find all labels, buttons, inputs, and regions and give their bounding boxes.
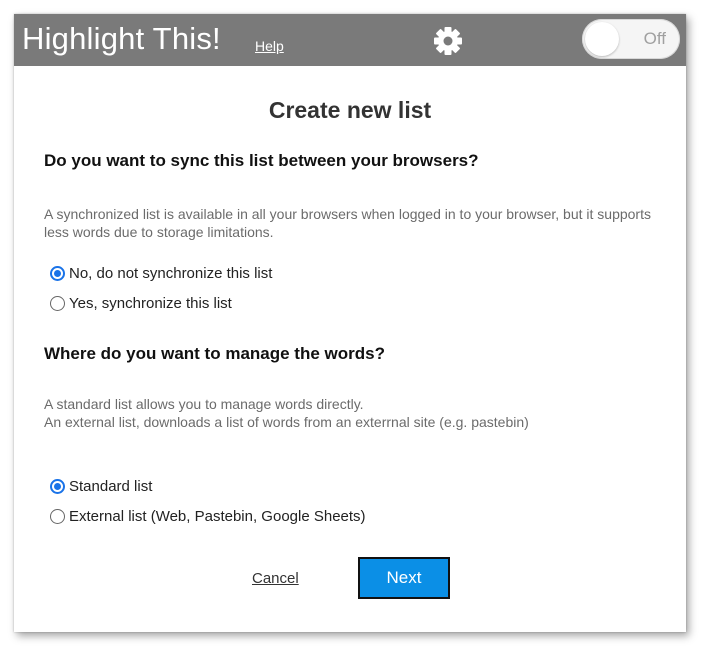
popup-window: Highlight This! Help Off Create new list…: [14, 14, 686, 632]
manage-description-line2: An external list, downloads a list of wo…: [44, 414, 529, 430]
radio-sync-button[interactable]: [50, 296, 65, 311]
next-button[interactable]: Next: [358, 557, 450, 599]
manage-description: A standard list allows you to manage wor…: [44, 395, 664, 431]
on-off-toggle[interactable]: Off: [582, 19, 680, 59]
manage-description-line1: A standard list allows you to manage wor…: [44, 396, 364, 412]
radio-sync[interactable]: Yes, synchronize this list: [50, 295, 232, 312]
sync-description: A synchronized list is available in all …: [44, 206, 651, 240]
radio-external-list-button[interactable]: [50, 509, 65, 524]
toggle-label: Off: [643, 29, 666, 48]
radio-no-sync-button[interactable]: [50, 266, 65, 281]
gear-icon[interactable]: [431, 24, 465, 58]
radio-external-list-label: External list (Web, Pastebin, Google She…: [69, 508, 366, 525]
radio-standard-list-label: Standard list: [69, 478, 153, 495]
manage-question: Where do you want to manage the words?: [44, 344, 385, 363]
toggle-knob: [585, 22, 619, 56]
dialog-title: Create new list: [268, 97, 432, 123]
help-link[interactable]: Help: [255, 38, 284, 54]
cancel-link[interactable]: Cancel: [252, 570, 299, 587]
radio-sync-label: Yes, synchronize this list: [69, 295, 232, 312]
radio-external-list[interactable]: External list (Web, Pastebin, Google She…: [50, 508, 366, 525]
sync-question: Do you want to sync this list between yo…: [44, 151, 479, 170]
header-bar: Highlight This! Help Off: [14, 14, 686, 66]
radio-no-sync-label: No, do not synchronize this list: [69, 265, 273, 282]
radio-standard-list-button[interactable]: [50, 479, 65, 494]
radio-standard-list[interactable]: Standard list: [50, 478, 152, 495]
app-title: Highlight This!: [22, 21, 221, 56]
radio-no-sync[interactable]: No, do not synchronize this list: [50, 265, 272, 282]
